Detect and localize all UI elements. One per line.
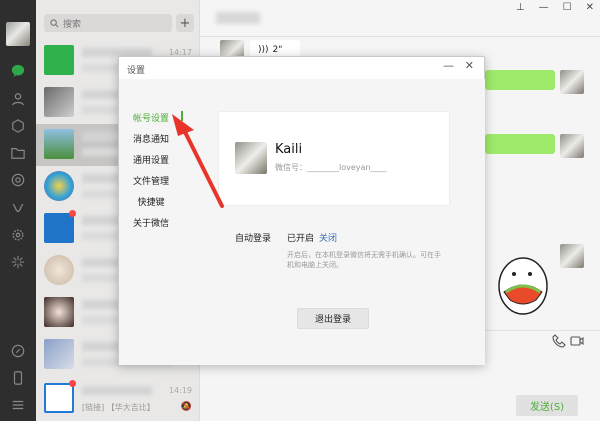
settings-dialog: 设置 — ✕ 帐号设置 消息通知 通用设置 文件管理 快捷键 关于微信 Kail… <box>118 56 485 365</box>
chat-time: 14:19 <box>168 386 192 395</box>
chat-avatar <box>44 255 74 285</box>
nav-general-settings[interactable]: 通用设置 <box>119 153 183 166</box>
left-icon-bar <box>0 0 36 421</box>
autologin-status: 已开启 <box>287 234 315 244</box>
search-placeholder: 搜索 <box>63 19 82 30</box>
collections-icon[interactable] <box>9 117 27 135</box>
nav-message-notifications[interactable]: 消息通知 <box>119 132 183 145</box>
moments-icon[interactable] <box>9 171 27 189</box>
voice-wave-icon: ))) <box>258 45 269 55</box>
mini-programs-panel-icon[interactable] <box>9 342 27 360</box>
user-avatar[interactable] <box>6 22 30 46</box>
chat-avatar <box>44 87 74 117</box>
profile-wechat-id: 微信号：________loveyan____ <box>275 163 387 172</box>
my-avatar <box>560 70 584 94</box>
pin-icon[interactable]: ⊥ <box>516 2 525 13</box>
chat-avatar <box>44 297 74 327</box>
nav-shortcuts[interactable]: 快捷键 <box>119 195 183 208</box>
logout-button[interactable]: 退出登录 <box>297 308 369 329</box>
chat-avatar <box>44 129 74 159</box>
settings-close-icon[interactable]: ✕ <box>465 59 474 72</box>
contacts-icon[interactable] <box>9 90 27 108</box>
search-sparkle-icon[interactable] <box>9 253 27 271</box>
profile-name: Kaili <box>275 142 303 157</box>
phone-icon[interactable] <box>9 369 27 387</box>
mini-program-icon[interactable] <box>9 199 27 217</box>
chat-avatar <box>44 213 74 243</box>
chat-list-item[interactable]: 14:19 [链接] 【华大吉比】 🔕 <box>36 378 200 420</box>
file-transfer-avatar <box>44 45 74 75</box>
sent-message-bubble[interactable] <box>485 70 555 90</box>
chat-header-divider <box>200 36 600 37</box>
unread-dot <box>69 210 76 217</box>
nav-account-settings[interactable]: 帐号设置 <box>119 111 183 124</box>
close-icon[interactable]: ✕ <box>586 2 594 13</box>
profile-card: Kaili 微信号：________loveyan____ <box>219 112 449 205</box>
chat-avatar <box>44 171 74 201</box>
chat-icon[interactable] <box>9 62 27 80</box>
profile-avatar <box>235 142 267 174</box>
settings-gear-icon[interactable] <box>9 226 27 244</box>
nav-about-wechat[interactable]: 关于微信 <box>119 216 183 229</box>
add-button[interactable]: + <box>176 14 194 32</box>
sent-message-bubble[interactable] <box>485 134 555 154</box>
nav-file-management[interactable]: 文件管理 <box>119 174 183 187</box>
my-avatar <box>560 134 584 158</box>
menu-icon[interactable] <box>9 396 27 414</box>
send-button[interactable]: 发送(S) <box>516 395 578 416</box>
folder-icon[interactable] <box>9 144 27 162</box>
autologin-label: 自动登录 <box>235 234 272 244</box>
search-input[interactable]: 搜索 <box>44 14 172 32</box>
chat-title-blurred <box>216 12 260 24</box>
settings-nav: 帐号设置 消息通知 通用设置 文件管理 快捷键 关于微信 <box>119 79 183 365</box>
maximize-icon[interactable]: ☐ <box>563 2 572 13</box>
chat-avatar <box>44 383 74 413</box>
my-avatar <box>560 244 584 268</box>
mute-icon: 🔕 <box>180 402 192 412</box>
autologin-off-link[interactable]: 关闭 <box>319 231 337 244</box>
voice-duration: 2" <box>272 45 283 55</box>
window-controls: ⊥ — ☐ ✕ <box>516 2 594 13</box>
blurred-name <box>82 386 152 395</box>
sticker-image[interactable] <box>492 248 554 316</box>
minimize-icon[interactable]: — <box>539 2 549 13</box>
voice-call-icon[interactable] <box>552 334 566 348</box>
chat-snippet: [链接] 【华大吉比】 <box>82 403 155 412</box>
search-icon <box>50 18 59 27</box>
settings-minimize-icon[interactable]: — <box>443 59 454 72</box>
settings-title: 设置 <box>127 66 146 76</box>
autologin-description: 开启后，在本机登录微信将无需手机确认。可在手机和电脑上关闭。 <box>287 251 441 270</box>
unread-dot <box>69 380 76 387</box>
chat-avatar <box>44 339 74 369</box>
video-call-icon[interactable] <box>570 334 584 348</box>
